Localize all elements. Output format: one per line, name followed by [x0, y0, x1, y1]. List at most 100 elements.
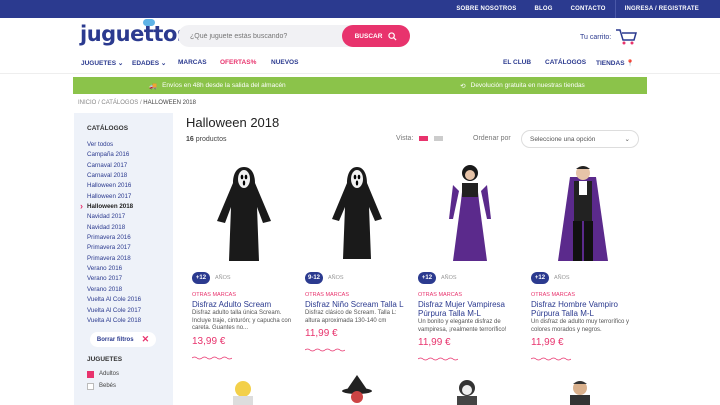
category-item[interactable]: Primavera 2016	[87, 233, 173, 243]
category-item[interactable]: Carnaval 2018	[87, 171, 173, 181]
product-card[interactable]: +12 AÑOS OTRAS MARCAS Disfraz Adulto Scream…	[191, 158, 296, 365]
page-title: Halloween 2018	[186, 115, 280, 130]
breadcrumb-separator: /	[98, 100, 100, 106]
category-item[interactable]: Primavera 2017	[87, 243, 173, 253]
category-item[interactable]: Vuelta Al Cole 2016	[87, 295, 173, 305]
return-icon: ⟲	[460, 82, 466, 90]
product-name[interactable]: Disfraz Niño Scream Talla L	[305, 300, 409, 309]
category-item[interactable]: Campaña 2016	[87, 150, 173, 160]
breadcrumb-inicio[interactable]: INICIO	[78, 100, 96, 106]
search-bar: BUSCAR	[178, 25, 410, 47]
filter-label: Bebés	[99, 383, 117, 390]
nav-marcas[interactable]: MARCAS	[178, 59, 207, 66]
promo-returns-text: Devolución gratuita en nuestras tiendas	[470, 82, 585, 89]
view-label: Vista:	[396, 135, 414, 142]
product-image[interactable]	[531, 158, 635, 266]
nav-catalogos[interactable]: CATÁLOGOS	[545, 59, 586, 66]
product-brand[interactable]: OTRAS MARCAS	[305, 292, 409, 298]
logo[interactable]: juguettos	[80, 19, 189, 46]
category-item[interactable]: Halloween 2016	[87, 181, 173, 191]
search-input[interactable]	[178, 32, 342, 40]
link-contacto[interactable]: CONTACTO	[562, 0, 615, 18]
product-image-partial[interactable]	[452, 378, 482, 405]
product-brand[interactable]: OTRAS MARCAS	[192, 292, 296, 298]
age-unit: AÑOS	[554, 275, 570, 281]
product-count-label: productos	[195, 136, 227, 143]
product-card[interactable]: 9-12 AÑOS OTRAS MARCAS Disfraz Niño Scream …	[304, 158, 409, 357]
product-image-partial[interactable]	[340, 375, 374, 405]
link-ingresa-registrate[interactable]: INGRESA / REGISTRATE	[614, 0, 708, 18]
wave-divider	[530, 357, 572, 361]
wave-divider	[417, 357, 459, 361]
category-item[interactable]: Navidad 2018	[87, 223, 173, 233]
category-item[interactable]: Verano 2017	[87, 274, 173, 284]
cart[interactable]: Tu carrito:	[580, 28, 638, 46]
filter-adultos[interactable]: Adultos	[87, 368, 173, 380]
product-name[interactable]: Disfraz Hombre Vampiro Púrpura Talla M-L	[531, 300, 635, 318]
category-item[interactable]: Ver todos	[87, 140, 173, 150]
sort-select[interactable]: Seleccione una opción ⌄	[521, 130, 639, 148]
close-icon: ✕	[141, 334, 150, 345]
promo-banner: 🚚 Envíos en 48h desde la salida del alma…	[73, 77, 647, 94]
breadcrumb: INICIO / CATÁLOGOS / HALLOWEEN 2018	[78, 100, 196, 106]
category-item[interactable]: Navidad 2017	[87, 212, 173, 222]
nav-tiendas-label: TIENDAS	[596, 59, 625, 67]
category-item[interactable]: Primavera 2018	[87, 254, 173, 264]
cart-icon	[616, 29, 638, 45]
product-brand[interactable]: OTRAS MARCAS	[418, 292, 522, 298]
clear-filters-button[interactable]: Borrar filtros ✕	[90, 332, 156, 348]
logo-text: juguettos	[80, 22, 189, 46]
category-item[interactable]: Carnaval 2017	[87, 161, 173, 171]
nav-edades[interactable]: EDADES ⌄	[132, 59, 166, 67]
category-item[interactable]: Verano 2016	[87, 264, 173, 274]
list-view-icon[interactable]	[434, 136, 444, 141]
nav-juguetes[interactable]: JUGUETES ⌄	[81, 59, 123, 67]
filter-title: JUGUETES	[87, 356, 123, 364]
chevron-down-icon: ⌄	[117, 59, 124, 67]
search-button[interactable]: BUSCAR	[342, 25, 410, 47]
product-image[interactable]	[305, 158, 409, 266]
breadcrumb-separator: /	[139, 100, 142, 106]
product-image-partial[interactable]	[565, 378, 595, 405]
category-item[interactable]: Halloween 2018	[80, 202, 173, 212]
sidebar-title: CATÁLOGOS	[87, 125, 129, 132]
nav-nuevos[interactable]: NUEVOS	[271, 59, 298, 66]
category-item[interactable]: Verano 2018	[87, 285, 173, 295]
filter-bebes[interactable]: Bebés	[87, 380, 173, 392]
age-value: +12	[192, 272, 210, 284]
breadcrumb-current: HALLOWEEN 2018	[143, 100, 196, 106]
grid-view-icon[interactable]	[419, 136, 429, 141]
age-badge: +12 AÑOS	[418, 272, 522, 284]
product-description: Un disfraz de adulto muy terrorífico y c…	[531, 319, 630, 333]
product-name[interactable]: Disfraz Adulto Scream	[192, 300, 296, 309]
sort-select-value: Seleccione una opción	[530, 135, 596, 143]
category-item[interactable]: Vuelta Al Cole 2017	[87, 306, 173, 316]
age-value: +12	[418, 272, 436, 284]
product-card[interactable]: +12 AÑOS OTRAS MARCAS Disfraz Mujer Vampire…	[417, 158, 522, 366]
view-switch: Vista:	[396, 135, 444, 142]
product-card[interactable]: +12 AÑOS OTRAS MARCAS Disfraz Hombre Vampir…	[530, 158, 635, 366]
age-unit: AÑOS	[215, 275, 231, 281]
product-brand[interactable]: OTRAS MARCAS	[531, 292, 635, 298]
category-item[interactable]: Halloween 2017	[87, 192, 173, 202]
product-image-partial[interactable]	[228, 378, 258, 405]
cloud-icon	[143, 19, 155, 26]
nav-tiendas[interactable]: TIENDAS 📍	[596, 59, 634, 67]
link-blog[interactable]: BLOG	[525, 0, 561, 18]
checkbox[interactable]	[87, 382, 94, 390]
truck-icon: 🚚	[149, 82, 158, 90]
product-price: 11,99 €	[418, 337, 451, 348]
checkbox-checked[interactable]	[87, 370, 94, 378]
promo-shipping-text: Envíos en 48h desde la salida del almacé…	[162, 82, 286, 89]
nav-ofertas[interactable]: OFERTAS%	[220, 59, 256, 66]
breadcrumb-catalogos[interactable]: CATÁLOGOS	[101, 100, 138, 106]
link-sobre-nosotros[interactable]: SOBRE NOSOTROS	[447, 0, 525, 18]
sidebar: CATÁLOGOS Ver todos Campaña 2016 Carnaval …	[74, 113, 173, 405]
chevron-down-icon: ⌄	[624, 136, 630, 143]
product-name[interactable]: Disfraz Mujer Vampiresa Púrpura Talla M-…	[418, 300, 522, 318]
product-image[interactable]	[192, 158, 296, 266]
nav-el-club[interactable]: EL CLUB	[503, 59, 531, 66]
product-count-number: 16	[186, 136, 194, 143]
category-item[interactable]: Vuelta Al Cole 2018	[87, 316, 173, 326]
product-image[interactable]	[418, 158, 522, 266]
